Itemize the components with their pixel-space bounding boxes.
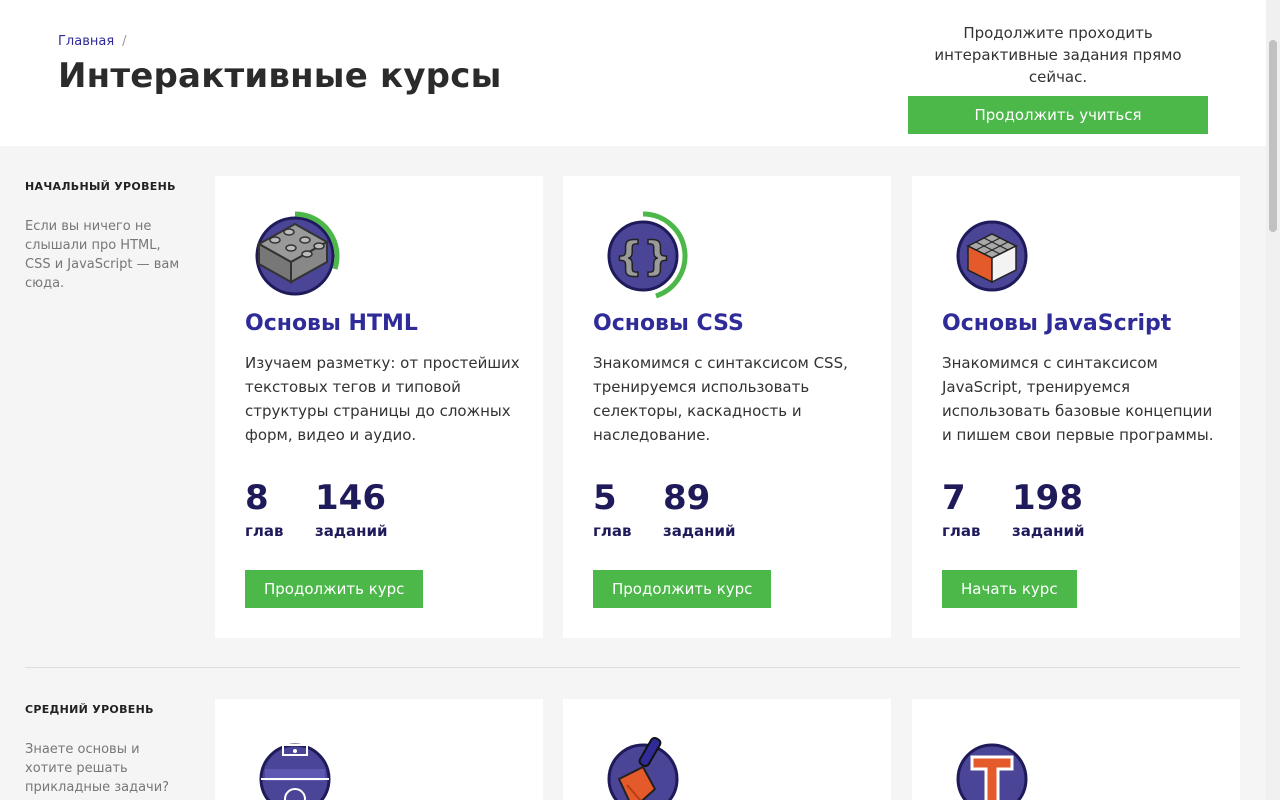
chapters-stat: 7 глав [942, 478, 980, 540]
chapters-stat: 8 глав [245, 478, 283, 540]
tasks-count: 198 [1012, 478, 1083, 518]
course-card-intermediate-2[interactable] [563, 699, 891, 800]
lego-brick-icon [255, 211, 340, 296]
tasks-stat: 89 заданий [663, 478, 735, 540]
tasks-label: заданий [315, 522, 388, 540]
course-title[interactable]: Основы JavaScript [942, 311, 1171, 336]
continue-learning-button[interactable]: Продолжить учиться [908, 96, 1208, 134]
level-title-intermediate: СРЕДНИЙ УРОВЕНЬ [25, 703, 154, 716]
level-title-beginner: НАЧАЛЬНЫЙ УРОВЕНЬ [25, 180, 176, 193]
continue-course-button[interactable]: Продолжить курс [593, 570, 772, 608]
start-course-button[interactable]: Начать курс [942, 570, 1077, 608]
promo-text: Продолжите проходить интерактивные задан… [934, 24, 1182, 86]
course-description: Изучаем разметку: от простейших текстовы… [245, 354, 520, 444]
football-field-icon [259, 743, 331, 800]
course-title[interactable]: Основы CSS [593, 311, 744, 336]
page-header: Главная / Интерактивные курсы Продолжите … [0, 0, 1266, 146]
course-card-html[interactable]: Основы HTML Изучаем разметку: от простей… [215, 176, 543, 638]
tasks-count: 89 [663, 478, 711, 518]
continue-promo: Продолжите проходить интерактивные задан… [908, 22, 1208, 134]
chapters-stat: 5 глав [593, 478, 631, 540]
chapters-label: глав [942, 522, 981, 540]
chapters-count: 5 [593, 478, 617, 518]
chapters-count: 7 [942, 478, 966, 518]
level-divider [25, 667, 1240, 668]
tasks-label: заданий [663, 522, 736, 540]
course-card-css[interactable]: {} Основы CSS Знакомимся с синтаксисом C… [563, 176, 891, 638]
scrollbar-thumb[interactable] [1269, 40, 1277, 232]
svg-text:{}: {} [615, 234, 672, 280]
paint-brush-icon [607, 736, 679, 800]
chapters-label: глав [245, 522, 284, 540]
course-description: Знакомимся с синтаксисом CSS, тренируемс… [593, 354, 848, 444]
tasks-label: заданий [1012, 522, 1085, 540]
chapters-count: 8 [245, 478, 269, 518]
level-desc-intermediate: Знаете основы и хотите решать прикладные… [25, 742, 170, 800]
breadcrumb-separator: / [122, 34, 127, 49]
page-scrollbar[interactable] [1266, 0, 1280, 800]
course-card-intermediate-3[interactable] [912, 699, 1240, 800]
level-desc-beginner: Если вы ничего не слышали про HTML, CSS … [25, 219, 180, 291]
breadcrumb-home-link[interactable]: Главная [58, 34, 114, 49]
page-title: Интерактивные курсы [58, 56, 502, 96]
course-card-javascript[interactable]: Основы JavaScript Знакомимся с синтаксис… [912, 176, 1240, 638]
continue-course-button[interactable]: Продолжить курс [245, 570, 424, 608]
curly-braces-icon: {} [607, 211, 688, 299]
typography-t-icon [956, 743, 1028, 800]
tasks-stat: 146 заданий [315, 478, 387, 540]
tasks-stat: 198 заданий [1012, 478, 1084, 540]
course-title[interactable]: Основы HTML [245, 311, 418, 336]
tasks-count: 146 [315, 478, 386, 518]
rubik-cube-icon [956, 220, 1028, 292]
chapters-label: глав [593, 522, 632, 540]
course-card-intermediate-1[interactable] [215, 699, 543, 800]
course-description: Знакомимся с синтаксисом JavaScript, тре… [942, 354, 1214, 444]
breadcrumb: Главная / [58, 34, 127, 49]
